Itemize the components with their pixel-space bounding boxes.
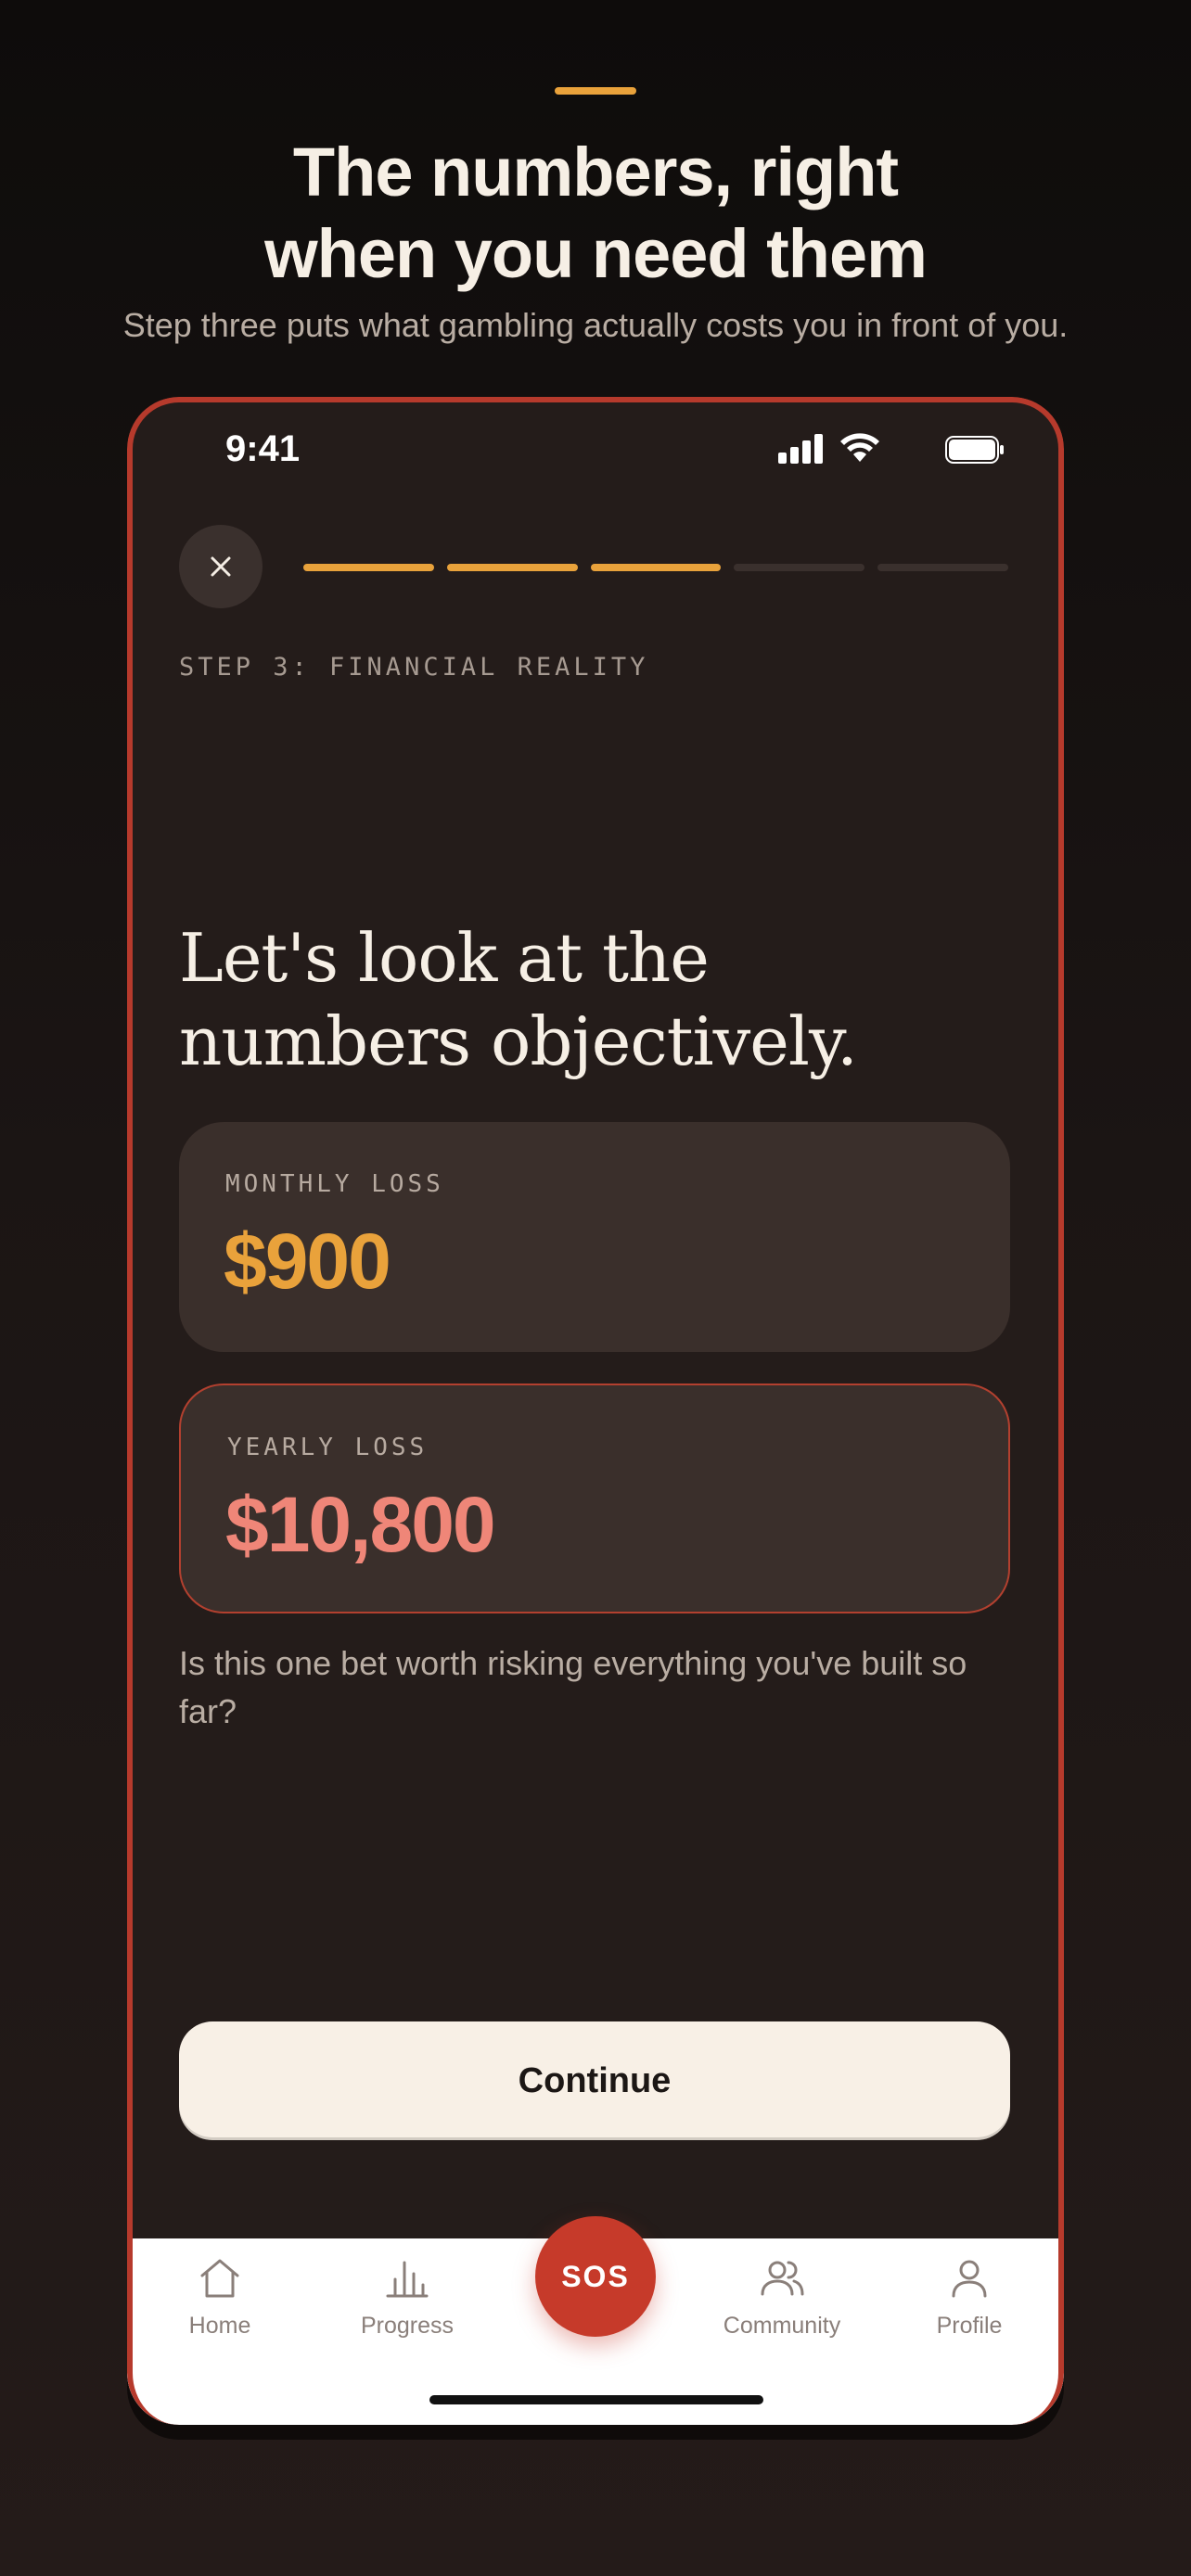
- step-progress-bar: [303, 564, 1008, 571]
- wifi-icon: [840, 433, 879, 462]
- tab-progress-label: Progress: [360, 2313, 455, 2339]
- tab-progress[interactable]: Progress: [324, 2253, 491, 2340]
- battery-icon: [945, 436, 1004, 464]
- promo-headline-line1: The numbers, right: [292, 134, 899, 210]
- bar-chart-icon: [386, 2261, 429, 2298]
- progress-segment: [303, 564, 434, 571]
- sos-button[interactable]: SOS: [535, 2216, 656, 2337]
- signal-icon: [778, 434, 823, 464]
- phone-frame: 9:41 STEP 3: FINANCIAL REALITY Let's loo…: [127, 397, 1064, 2425]
- tab-profile-label: Profile: [936, 2313, 1003, 2339]
- progress-segment: [734, 564, 865, 571]
- users-icon: [761, 2261, 804, 2296]
- reflection-question: Is this one bet worth risking everything…: [179, 1644, 967, 1730]
- promo-headline-line2: when you need them: [264, 215, 928, 292]
- close-button[interactable]: [179, 525, 263, 608]
- yearly-loss-label: YEARLY LOSS: [227, 1434, 429, 1461]
- tab-profile[interactable]: Profile: [886, 2253, 1053, 2340]
- tab-community-label: Community: [723, 2313, 841, 2339]
- monthly-loss-card: MONTHLY LOSS $900: [179, 1122, 1010, 1352]
- monthly-loss-label: MONTHLY LOSS: [225, 1170, 444, 1198]
- yearly-loss-card: YEARLY LOSS $10,800: [179, 1384, 1010, 1613]
- step-title-line1: Let's look at the: [179, 919, 710, 997]
- tab-community[interactable]: Community: [698, 2253, 865, 2340]
- monthly-loss-value: $900: [224, 1218, 391, 1305]
- progress-segment: [446, 564, 578, 571]
- tab-home[interactable]: Home: [136, 2253, 303, 2340]
- close-icon: [211, 556, 231, 577]
- user-icon: [952, 2260, 987, 2298]
- home-indicator: [429, 2395, 763, 2404]
- step-title: Let's look at the numbers objectively.: [179, 916, 1014, 1083]
- accent-bar: [555, 87, 636, 95]
- promo-headline: The numbers, right when you need them: [0, 132, 1191, 295]
- tab-home-label: Home: [188, 2313, 251, 2339]
- progress-segment: [590, 564, 722, 571]
- home-icon: [200, 2259, 239, 2298]
- promo-subhead: Step three puts what gambling actually c…: [122, 306, 1069, 344]
- continue-button[interactable]: Continue: [179, 2021, 1010, 2140]
- status-time: 9:41: [225, 428, 301, 469]
- step-label: STEP 3: FINANCIAL REALITY: [179, 653, 649, 682]
- yearly-loss-value: $10,800: [225, 1481, 496, 1568]
- step-title-line2: numbers objectively.: [179, 1002, 858, 1080]
- progress-segment: [877, 564, 1008, 571]
